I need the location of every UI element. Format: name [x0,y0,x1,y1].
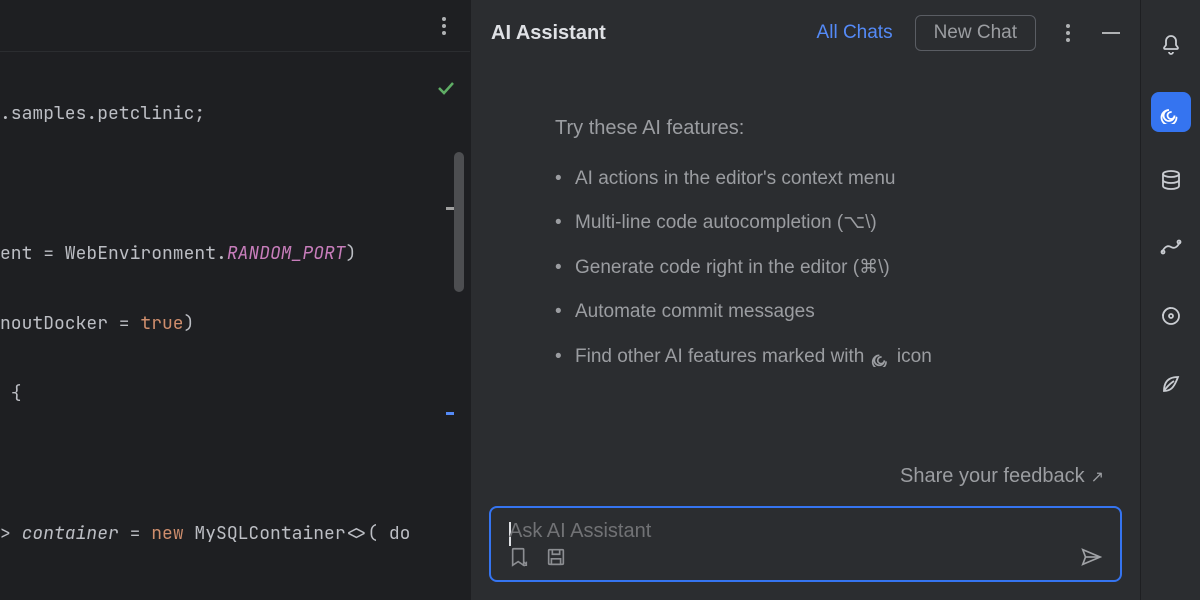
minimize-icon[interactable] [1102,32,1120,34]
ai-features-heading: Try these AI features: [555,112,1104,144]
bookmark-icon[interactable] [509,546,531,568]
code-line: > container = new MySQLContainer<>( do [0,520,410,547]
notifications-icon[interactable] [1151,24,1191,64]
editor-pane: .samples.petclinic; ent = WebEnvironment… [0,0,470,600]
share-feedback-link[interactable]: Share your feedback↗ [471,465,1140,506]
ai-feature-item: Generate code right in the editor (⌘\) [555,253,1104,283]
code-line: .samples.petclinic; [0,100,205,127]
ai-more-icon[interactable] [1058,24,1078,42]
route-icon[interactable] [1151,228,1191,268]
code-line: noutDocker = true) [0,310,194,337]
new-chat-button[interactable]: New Chat [915,15,1036,51]
ai-welcome-content: Try these AI features: AI actions in the… [471,66,1140,465]
ai-prompt-input[interactable] [509,520,1102,543]
code-line: { [0,380,22,407]
ai-feature-item: Automate commit messages [555,297,1104,327]
code-line: ent = WebEnvironment.RANDOM_PORT) [0,240,356,267]
ai-feature-item: AI actions in the editor's context menu [555,164,1104,194]
save-icon[interactable] [545,546,567,568]
ai-feature-item: Find other AI features marked with icon [555,342,1104,372]
ai-input-box[interactable] [489,506,1122,582]
ai-input-toolbar [509,546,1102,568]
minimap-mark [446,207,454,210]
target-icon[interactable] [1151,296,1191,336]
editor-body[interactable]: .samples.petclinic; ent = WebEnvironment… [0,52,470,600]
ai-features-list: AI actions in the editor's context menu … [555,164,1104,372]
leaf-icon[interactable] [1151,364,1191,404]
minimap-mark [446,412,454,415]
editor-more-icon[interactable] [432,14,456,38]
all-chats-link[interactable]: All Chats [817,22,893,44]
right-tool-rail [1140,0,1200,600]
editor-scrollbar[interactable] [454,152,464,292]
database-icon[interactable] [1151,160,1191,200]
ai-header: AI Assistant All Chats New Chat [471,0,1140,66]
spiral-icon [870,346,892,368]
ai-feature-text: icon [897,346,932,367]
ai-assistant-icon[interactable] [1151,92,1191,132]
ai-feature-text: Find other AI features marked with [575,346,870,367]
ai-assistant-pane: AI Assistant All Chats New Chat Try thes… [470,0,1140,600]
ai-input-area [471,506,1140,600]
ai-title: AI Assistant [491,22,801,45]
ai-feature-item: Multi-line code autocompletion (⌥\) [555,208,1104,238]
send-icon[interactable] [1080,546,1102,568]
external-link-icon: ↗ [1091,469,1104,486]
editor-tab-bar [0,0,470,52]
